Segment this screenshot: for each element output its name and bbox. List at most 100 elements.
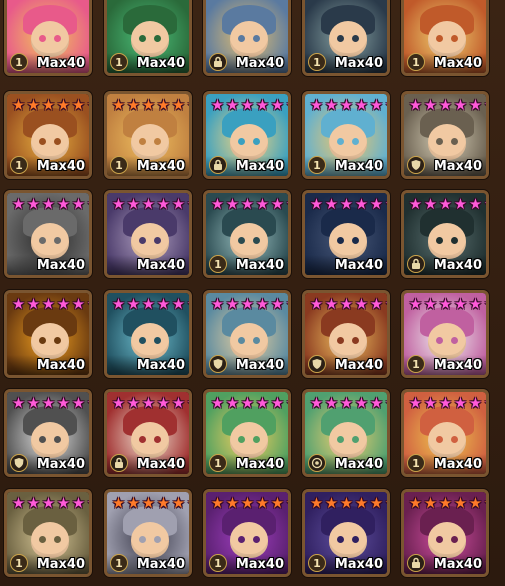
star-icon: ★	[71, 195, 86, 213]
star-icon: ★	[171, 394, 186, 412]
max-level-label: Max40	[235, 258, 284, 273]
monster-card[interactable]: ★★★★★★ Max40	[401, 91, 489, 179]
monster-card[interactable]: ★★★★★★ Max40	[401, 489, 489, 577]
max-level-label: Max40	[334, 159, 383, 174]
eye-icon	[238, 138, 245, 145]
monster-card[interactable]: ★★★★★★ 1 Max40	[203, 389, 291, 477]
monster-card[interactable]: ★★★★★★ Max40	[302, 290, 390, 378]
monster-face	[428, 223, 466, 259]
star-icon: ★	[186, 395, 189, 411]
star-icon: ★	[225, 195, 240, 213]
eye-icon	[39, 35, 46, 42]
monster-card[interactable]: ★★★★★★ 1 Max40	[104, 91, 192, 179]
level-badge: 1	[10, 53, 28, 71]
star-icon: ★	[41, 394, 56, 412]
monster-card[interactable]: ★★★★★★ Max40	[4, 389, 92, 477]
star-icon: ★	[141, 494, 156, 512]
monster-face	[329, 223, 367, 259]
star-icon: ★	[171, 494, 186, 512]
star-icon: ★	[126, 96, 141, 114]
eye-icon	[139, 337, 146, 344]
level-badge: 1	[308, 156, 326, 174]
star-icon: ★	[111, 295, 126, 313]
max-level-label: Max40	[235, 457, 284, 472]
star-rating: ★★★★★★	[210, 96, 288, 114]
star-icon: ★	[186, 495, 189, 511]
star-icon: ★	[255, 295, 270, 313]
star-icon: ★	[483, 196, 486, 212]
monster-face	[131, 522, 169, 558]
monster-card[interactable]: ★★★★★★ Max40	[104, 290, 192, 378]
monster-card[interactable]: ★★★★★★ 1 Max40	[203, 489, 291, 577]
star-icon: ★	[423, 96, 438, 114]
max-level-label: Max40	[235, 159, 284, 174]
monster-card[interactable]: ★★★★★★ 1 Max40	[401, 290, 489, 378]
monster-card[interactable]: ★★★★★★ 1 Max40	[203, 190, 291, 278]
eye-icon	[139, 237, 146, 244]
monster-card[interactable]: ★★★★★★ 1 Max40	[4, 91, 92, 179]
star-icon: ★	[210, 494, 225, 512]
eye-icon	[436, 436, 443, 443]
star-icon: ★	[453, 394, 468, 412]
star-icon: ★	[408, 96, 423, 114]
star-icon: ★	[126, 494, 141, 512]
star-icon: ★	[270, 195, 285, 213]
eye-icon	[352, 138, 359, 145]
monster-card[interactable]: 1 Max40	[4, 0, 92, 76]
star-rating: ★★★★★★	[11, 394, 89, 412]
monster-card[interactable]: ★★★★★★ 1 Max40	[4, 489, 92, 577]
star-rating: ★★★★★★	[408, 195, 486, 213]
star-icon: ★	[384, 495, 387, 511]
star-icon: ★	[423, 494, 438, 512]
star-icon: ★	[71, 494, 86, 512]
monster-card[interactable]: ★★★★★★ 1 Max40	[401, 389, 489, 477]
monster-card[interactable]: ★★★★★★ Max40	[401, 190, 489, 278]
monster-card[interactable]: ★★★★★★ Max40	[302, 389, 390, 477]
monster-card[interactable]: ★★★★★★ 1 Max40	[302, 489, 390, 577]
star-icon: ★	[240, 394, 255, 412]
eye-icon	[54, 138, 61, 145]
monster-card[interactable]: 1 Max40	[104, 0, 192, 76]
star-rating: ★★★★★★	[111, 196, 189, 212]
max-level-label: Max40	[433, 159, 482, 174]
max-level-label: Max40	[334, 258, 383, 273]
star-icon: ★	[225, 96, 240, 114]
monster-card[interactable]: ★★★★★★ Max40	[4, 290, 92, 378]
shield-icon	[407, 156, 425, 174]
monster-card[interactable]: 1 Max40	[401, 0, 489, 76]
monster-card[interactable]: ★★★★★★ Max40	[104, 389, 192, 477]
star-icon: ★	[111, 494, 126, 512]
level-badge: 1	[10, 156, 28, 174]
eye-icon	[39, 138, 46, 145]
star-rating: ★★★★★★	[11, 195, 89, 213]
star-icon: ★	[423, 195, 438, 213]
star-rating: ★★★★★★	[210, 195, 288, 213]
monster-card[interactable]: Max40	[203, 0, 291, 76]
eye-icon	[337, 237, 344, 244]
monster-card[interactable]: ★★★★★★ 1 Max40	[302, 91, 390, 179]
star-icon: ★	[270, 96, 285, 114]
star-icon: ★	[255, 394, 270, 412]
monster-card[interactable]: ★★★★★★ Max40	[4, 190, 92, 278]
star-icon: ★	[86, 97, 89, 113]
monster-card[interactable]: ★★★★★★ Max40	[104, 190, 192, 278]
monster-card[interactable]: 1 Max40	[302, 0, 390, 76]
monster-face	[230, 422, 268, 458]
eye-icon	[54, 436, 61, 443]
monster-card[interactable]: ★★★★★★ Max40	[203, 91, 291, 179]
level-badge: 1	[209, 554, 227, 572]
star-icon: ★	[339, 96, 354, 114]
level-badge: 1	[10, 554, 28, 572]
monster-face	[131, 422, 169, 458]
monster-card[interactable]: ★★★★★★ 1 Max40	[104, 489, 192, 577]
star-icon: ★	[354, 494, 369, 512]
monster-card[interactable]: ★★★★★★ Max40	[203, 290, 291, 378]
star-icon: ★	[354, 295, 369, 313]
monster-face	[131, 124, 169, 160]
eye-icon	[39, 237, 46, 244]
star-icon: ★	[285, 495, 288, 511]
eye-icon	[451, 536, 458, 543]
monster-card[interactable]: ★★★★★★ Max40	[302, 190, 390, 278]
level-badge: 1	[110, 53, 128, 71]
monster-face	[131, 21, 169, 57]
